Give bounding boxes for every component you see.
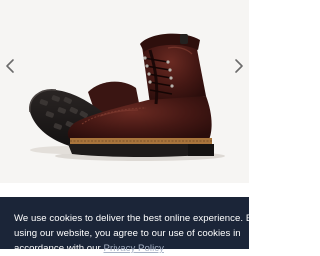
next-image-button[interactable]	[229, 52, 249, 80]
cookie-text-line-1: We use cookies to deliver the best onlin…	[14, 213, 258, 224]
chevron-left-icon	[6, 59, 14, 73]
chevron-right-icon	[235, 59, 243, 73]
previous-image-button[interactable]	[0, 52, 20, 80]
product-image-carousel	[0, 0, 249, 183]
cookie-text-line-2: using our website, you agree to our use …	[14, 228, 241, 239]
product-image	[29, 33, 225, 161]
cookie-consent-banner: We use cookies to deliver the best onlin…	[0, 197, 258, 254]
page-spacer	[0, 183, 249, 197]
